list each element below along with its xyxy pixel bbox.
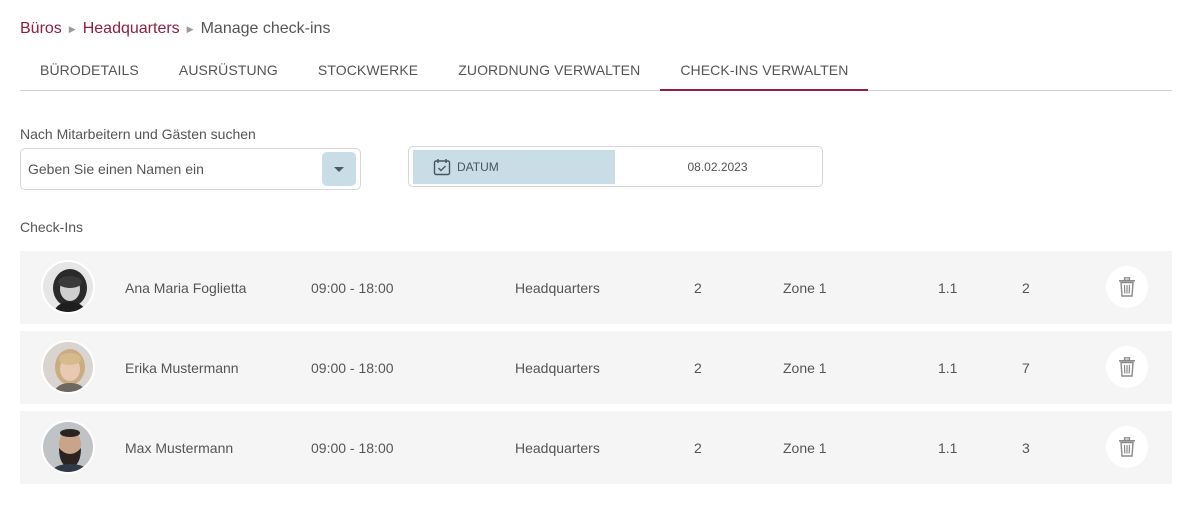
checkin-table: 1.1 [938, 279, 958, 296]
breadcrumb: Büros ▶ Headquarters ▶ Manage check-ins [20, 18, 330, 40]
checkin-time: 09:00 - 18:00 [311, 439, 394, 456]
trash-icon [1119, 357, 1135, 377]
checkin-name: Ana Maria Foglietta [125, 279, 247, 296]
search-input[interactable] [21, 150, 316, 188]
tab-manage-checkins[interactable]: CHECK-INS VERWALTEN [660, 50, 869, 91]
tab-equipment[interactable]: AUSRÜSTUNG [159, 50, 298, 90]
checkin-zone: Zone 1 [783, 439, 827, 456]
checkin-office: Headquarters [515, 279, 600, 296]
breadcrumb-current-page: Manage check-ins [200, 20, 331, 37]
date-label-button[interactable]: DATUM [413, 150, 615, 184]
checkin-office: Headquarters [515, 439, 600, 456]
checkin-office: Headquarters [515, 359, 600, 376]
chevron-down-icon [334, 166, 344, 172]
search-combobox [20, 148, 361, 190]
tab-bar: BÜRODETAILS AUSRÜSTUNG STOCKWERKE ZUORDN… [20, 50, 1172, 91]
date-label-text: DATUM [457, 160, 499, 174]
checkin-seat: 3 [1022, 439, 1030, 456]
breadcrumb-separator-icon: ▶ [186, 23, 194, 34]
breadcrumb-link-offices[interactable]: Büros [20, 20, 62, 38]
checkin-zone: Zone 1 [783, 279, 827, 296]
checkin-seat: 2 [1022, 279, 1030, 296]
calendar-check-icon [433, 159, 451, 176]
checkin-row: Ana Maria Foglietta 09:00 - 18:00 Headqu… [20, 251, 1172, 324]
checkin-seat: 7 [1022, 359, 1030, 376]
checkin-time: 09:00 - 18:00 [311, 359, 394, 376]
checkin-row: Erika Mustermann 09:00 - 18:00 Headquart… [20, 331, 1172, 404]
breadcrumb-separator-icon: ▶ [68, 23, 76, 34]
avatar [41, 420, 95, 474]
tab-manage-assignment[interactable]: ZUORDNUNG VERWALTEN [438, 50, 660, 90]
avatar [41, 260, 95, 314]
breadcrumb-link-headquarters[interactable]: Headquarters [83, 20, 180, 38]
delete-checkin-button[interactable] [1106, 426, 1148, 468]
checkin-table: 1.1 [938, 359, 958, 376]
tab-floors[interactable]: STOCKWERKE [298, 50, 438, 90]
checkin-table: 1.1 [938, 439, 958, 456]
checkin-name: Erika Mustermann [125, 359, 239, 376]
trash-icon [1119, 437, 1135, 457]
delete-checkin-button[interactable] [1106, 266, 1148, 308]
search-label: Nach Mitarbeitern und Gästen suchen [20, 126, 256, 142]
checkin-time: 09:00 - 18:00 [311, 279, 394, 296]
checkin-floor: 2 [694, 359, 702, 376]
search-dropdown-button[interactable] [322, 152, 356, 186]
tab-office-details[interactable]: BÜRODETAILS [20, 50, 159, 90]
checkin-floor: 2 [694, 439, 702, 456]
trash-icon [1119, 277, 1135, 297]
checkin-row: Max Mustermann 09:00 - 18:00 Headquarter… [20, 411, 1172, 484]
checkin-zone: Zone 1 [783, 359, 827, 376]
avatar [41, 340, 95, 394]
checkin-floor: 2 [694, 279, 702, 296]
delete-checkin-button[interactable] [1106, 346, 1148, 388]
checkins-list: Ana Maria Foglietta 09:00 - 18:00 Headqu… [20, 251, 1172, 491]
checkin-name: Max Mustermann [125, 439, 234, 456]
date-filter: DATUM 08.02.2023 [408, 146, 823, 187]
date-value-field[interactable]: 08.02.2023 [615, 150, 820, 184]
checkins-section-title: Check-Ins [20, 219, 84, 235]
